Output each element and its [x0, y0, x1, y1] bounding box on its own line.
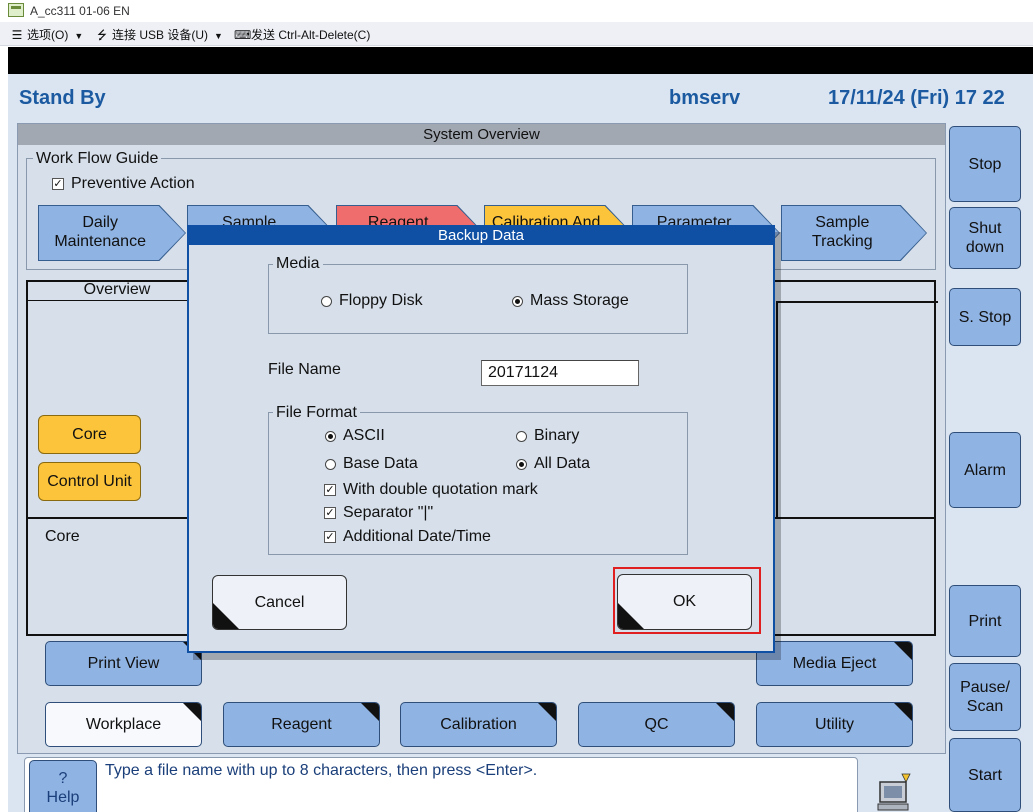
usb-icon: ⭍ [97, 28, 107, 42]
media-eject-label: Media Eject [792, 655, 877, 672]
flow-step-sample-tracking[interactable]: Sample Tracking [781, 205, 927, 261]
app-icon [8, 3, 24, 17]
all-data-radio[interactable] [516, 459, 527, 470]
tab-label: Reagent [271, 716, 332, 733]
double-quotation-checkbox[interactable]: ✓ [324, 484, 336, 496]
pause-scan-button[interactable]: Pause/ Scan [949, 663, 1021, 731]
menu-usb[interactable]: ⭍ 连接 USB 设备(U) ▼ [95, 26, 223, 47]
menu-options[interactable]: ☰ 选项(O) ▼ [10, 26, 84, 43]
tab-label: QC [644, 716, 669, 733]
additional-datetime-checkbox[interactable]: ✓ [324, 531, 336, 543]
keyboard-icon: ⌨ [234, 28, 252, 42]
overview-tab[interactable]: Overview [28, 279, 206, 301]
additional-datetime-label: Additional Date/Time [343, 528, 491, 545]
double-quotation-label: With double quotation mark [343, 481, 538, 498]
menu-bar: ☰ 选项(O) ▼ ⭍ 连接 USB 设备(U) ▼ ⌨发送 Ctrl-Alt-Dele… [0, 22, 1033, 46]
shutdown-button[interactable]: Shut down [949, 207, 1021, 269]
chevron-down-icon: ▼ [74, 31, 84, 41]
cancel-button[interactable]: Cancel [212, 575, 347, 630]
message-text: Type a file name with up to 8 characters… [105, 762, 538, 779]
window-titlebar: A_cc311 01-06 EN [0, 0, 1033, 22]
menu-ctrl-alt-del[interactable]: ⌨发送 Ctrl-Alt-Delete(C) [234, 26, 370, 43]
tab-reagent[interactable]: Reagent [223, 702, 380, 747]
ok-button[interactable]: OK [617, 574, 752, 630]
hamburger-icon: ☰ [11, 28, 23, 42]
chevron-down-icon: ▼ [214, 31, 223, 41]
corner-marker [716, 703, 734, 721]
tab-label: Workplace [85, 716, 162, 733]
flow-step-daily-maintenance[interactable]: Daily Maintenance [38, 205, 186, 261]
binary-radio[interactable] [516, 431, 527, 442]
help-icon: ? [58, 770, 68, 787]
flow-step-label: Daily Maintenance [54, 214, 146, 250]
core-section-label: Core [45, 528, 80, 545]
tab-label: Utility [814, 716, 855, 733]
menu-ctrl-alt-del-label: 发送 Ctrl-Alt-Delete(C) [251, 28, 371, 42]
stop-button[interactable]: Stop [949, 126, 1021, 202]
base-data-radio[interactable] [325, 459, 336, 470]
alarm-button[interactable]: Alarm [949, 432, 1021, 508]
flow-step-label: Sample Tracking [811, 214, 873, 250]
separator-label: Separator "|" [343, 504, 434, 521]
overview-right-frame [776, 301, 938, 517]
tab-label: Calibration [440, 716, 517, 733]
tab-qc[interactable]: QC [578, 702, 735, 747]
preventive-action-label: Preventive Action [71, 175, 195, 192]
corner-marker [183, 703, 201, 721]
date-time: 17/11/24 (Fri) 17 22 [828, 87, 1005, 109]
binary-label: Binary [534, 427, 580, 444]
corner-marker [618, 603, 644, 629]
panel-title: System Overview [18, 124, 945, 145]
tab-workplace[interactable]: Workplace [45, 702, 202, 747]
corner-marker [538, 703, 556, 721]
mass-storage-radio[interactable] [512, 296, 523, 307]
core-button[interactable]: Core [38, 415, 141, 454]
system-status: Stand By [19, 87, 106, 109]
corner-marker [894, 703, 912, 721]
file-name-label: File Name [268, 361, 341, 378]
tab-utility[interactable]: Utility [756, 702, 913, 747]
base-data-label: Base Data [343, 455, 418, 472]
floppy-disk-label: Floppy Disk [339, 292, 423, 309]
all-data-label: All Data [534, 455, 591, 472]
separator-checkbox[interactable]: ✓ [324, 507, 336, 519]
remote-toolbar-strip [8, 47, 1033, 74]
computer-icon [877, 773, 911, 811]
user-name: bmserv [669, 87, 741, 109]
tab-calibration[interactable]: Calibration [400, 702, 557, 747]
dialog-title: Backup Data [189, 226, 773, 245]
file-name-input[interactable] [481, 360, 639, 386]
corner-marker [213, 603, 239, 629]
start-button[interactable]: Start [949, 738, 1021, 812]
s-stop-button[interactable]: S. Stop [949, 288, 1021, 346]
media-group-label: Media [273, 255, 323, 273]
ascii-label: ASCII [343, 427, 385, 444]
mass-storage-label: Mass Storage [530, 292, 629, 309]
print-view-label: Print View [87, 655, 160, 672]
control-unit-button[interactable]: Control Unit [38, 462, 141, 501]
corner-marker [894, 642, 912, 660]
corner-marker [361, 703, 379, 721]
help-label: Help [46, 789, 80, 806]
menu-usb-label: 连接 USB 设备(U) [112, 28, 209, 42]
ok-label: OK [672, 593, 697, 610]
help-button[interactable]: ? Help [29, 760, 97, 812]
preventive-action-checkbox[interactable]: ✓ [52, 178, 64, 190]
print-button[interactable]: Print [949, 585, 1021, 657]
floppy-disk-radio[interactable] [321, 296, 332, 307]
cancel-label: Cancel [254, 594, 305, 611]
print-view-button[interactable]: Print View [45, 641, 202, 686]
ascii-radio[interactable] [325, 431, 336, 442]
menu-options-label: 选项(O) [27, 28, 69, 42]
workflow-guide-label: Work Flow Guide [33, 150, 162, 168]
window-title: A_cc311 01-06 EN [30, 4, 130, 18]
file-format-group-label: File Format [273, 404, 360, 422]
